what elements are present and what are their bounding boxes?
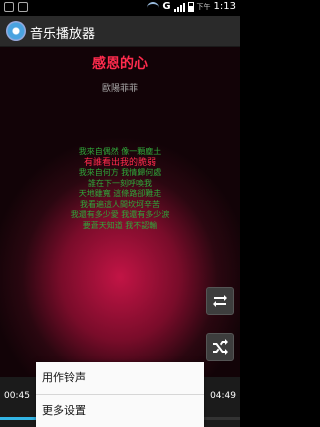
lyric-line: 我還有多少愛 我還有多少淚 (70, 210, 170, 219)
repeat-icon (213, 295, 227, 307)
lyric-line: 誰在下一刻呼喚我 (88, 178, 152, 188)
lyric-line: 要蒼天知道 我不認輸 (82, 220, 158, 230)
lyrics-list: 我來自偶然 像一顆塵土 有誰看出我的脆弱 我來自何方 我情歸何處 誰在下一刻呼喚我 天地… (0, 147, 240, 231)
menu-item-more-settings[interactable]: 更多设置 (36, 394, 204, 426)
repeat-button[interactable] (206, 287, 234, 315)
lyric-line: 天地雖寬 這條路卻難走 (78, 189, 162, 198)
total-time: 04:49 (210, 391, 236, 401)
am-pm: 下午 (196, 2, 211, 11)
app-logo-icon[interactable] (6, 21, 26, 41)
signal-icon (173, 2, 185, 12)
lyric-line: 我看遍這人間坎坷辛苦 (80, 199, 160, 209)
status-bar: G 下午 1:13 (0, 0, 240, 16)
progress-fill (0, 417, 38, 420)
artist-name: 歐陽菲菲 (101, 84, 138, 94)
shuffle-button[interactable] (206, 333, 234, 361)
status-time: 1:13 (213, 1, 236, 12)
lyric-line: 我來自何方 我情歸何處 (78, 168, 162, 177)
menu-item-set-ringtone[interactable]: 用作铃声 (36, 362, 204, 394)
shuffle-icon (213, 339, 228, 355)
app-bar: 音乐播放器 (0, 16, 240, 47)
network-type: G (162, 1, 171, 12)
elapsed-time: 00:45 (4, 391, 30, 401)
current-lyric-line: 有誰看出我的脆弱 (83, 157, 156, 168)
music-notification-icon (18, 2, 28, 12)
song-title: 感恩的心 (92, 56, 148, 72)
wifi-icon (147, 1, 160, 12)
app-title: 音乐播放器 (30, 27, 96, 42)
context-menu: 用作铃声 更多设置 (36, 362, 204, 427)
lyrics-view[interactable]: 感恩的心 歐陽菲菲 我來自偶然 像一顆塵土 有誰看出我的脆弱 我來自何方 我情歸何處… (0, 47, 240, 377)
notification-icon (4, 2, 14, 12)
battery-icon (187, 1, 194, 12)
lyric-line: 我來自偶然 像一顆塵土 (78, 147, 162, 156)
